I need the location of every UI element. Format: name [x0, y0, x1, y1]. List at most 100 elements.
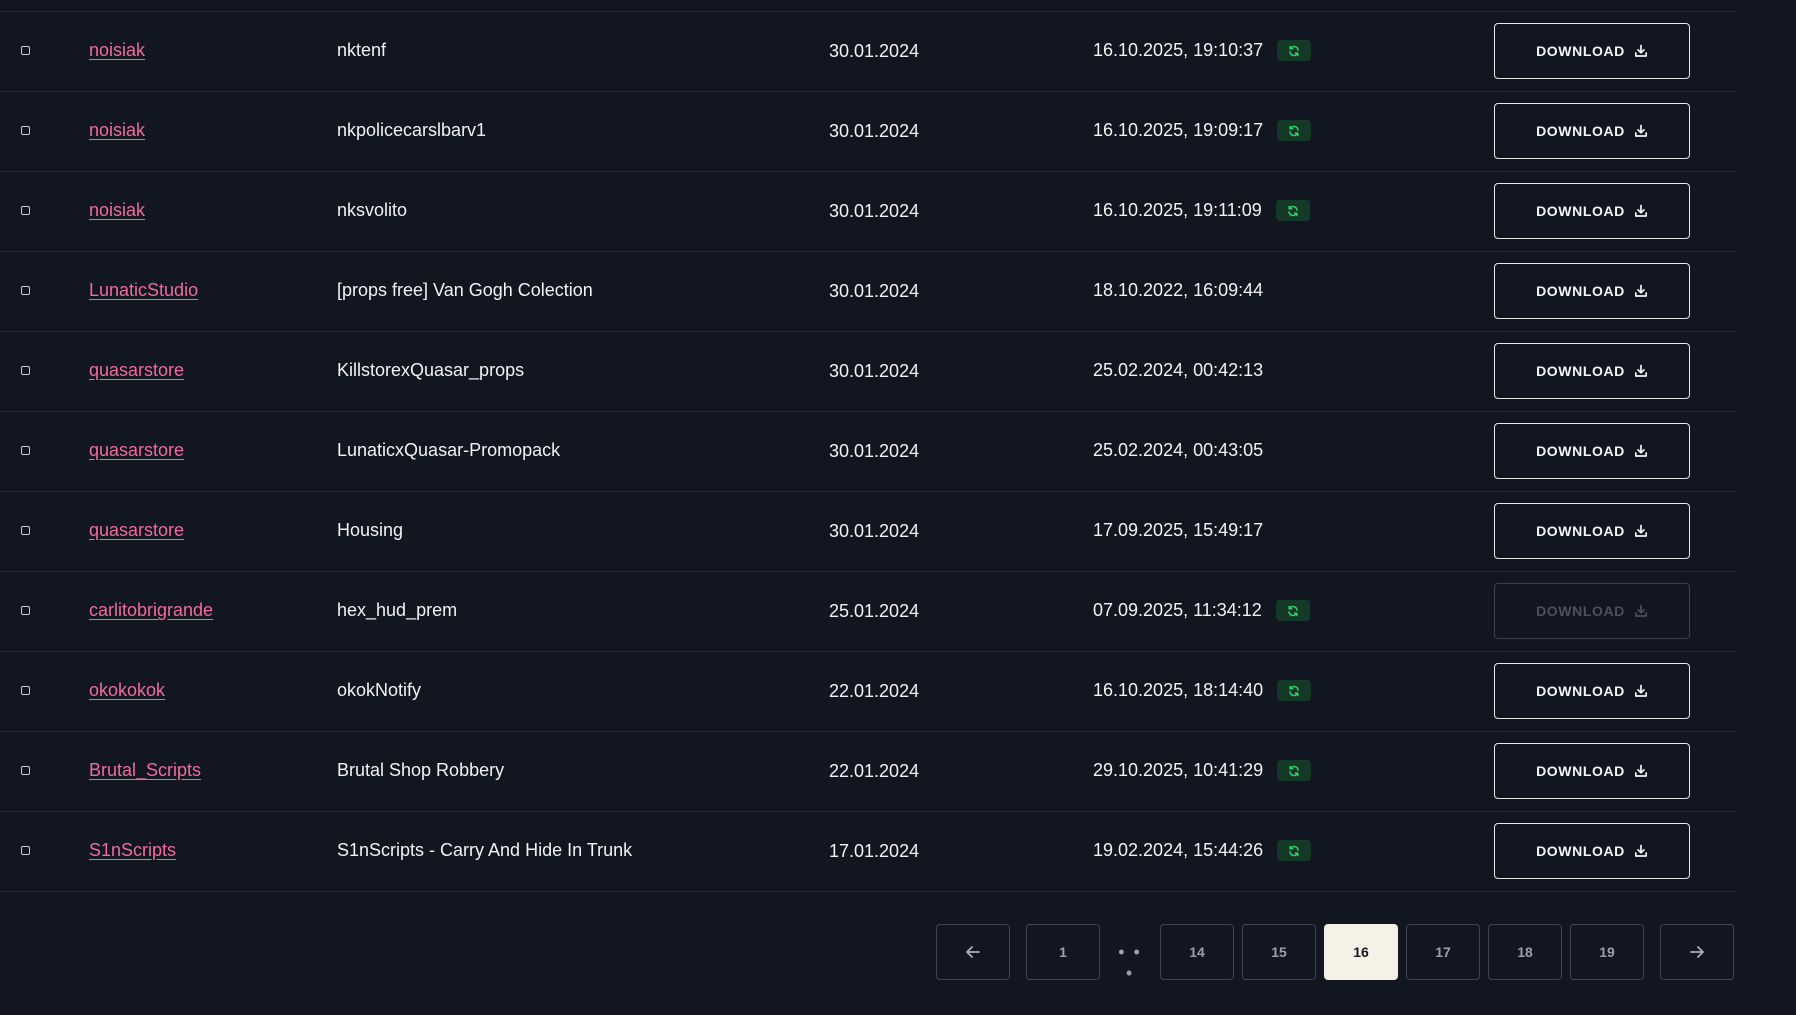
download-button[interactable]: DOWNLOAD: [1494, 583, 1690, 639]
download-label: DOWNLOAD: [1536, 363, 1625, 379]
last-updated: 07.09.2025, 11:34:12: [1093, 600, 1310, 621]
resource-name: S1nScripts - Carry And Hide In Trunk: [337, 840, 633, 860]
seller-link[interactable]: S1nScripts: [89, 840, 176, 861]
row-checkbox[interactable]: [21, 686, 30, 695]
table-row: LunaticStudio [props free] Van Gogh Colec…: [0, 252, 1735, 332]
download-icon: [1634, 204, 1647, 217]
last-updated: 19.02.2024, 15:44:26: [1093, 840, 1312, 861]
table-row: noisiak nkpolicecarslbarv1 30.01.2024 16.10…: [0, 92, 1735, 172]
sync-icon: [1289, 45, 1299, 56]
last-updated: 17.09.2025, 15:49:17: [1093, 520, 1263, 541]
download-button[interactable]: DOWNLOAD: [1494, 823, 1690, 879]
seller-link[interactable]: noisiak: [89, 40, 145, 61]
seller-link[interactable]: quasarstore: [89, 440, 184, 461]
download-label: DOWNLOAD: [1536, 443, 1625, 459]
download-label: DOWNLOAD: [1536, 763, 1625, 779]
download-icon: [1634, 44, 1647, 57]
resource-name: nksvolito: [337, 200, 408, 220]
last-updated: 16.10.2025, 18:14:40: [1093, 680, 1312, 701]
arrow-right-icon: [1690, 946, 1704, 958]
sync-badge: [1277, 40, 1312, 61]
download-button[interactable]: DOWNLOAD: [1494, 663, 1690, 719]
purchase-date: 30.01.2024: [829, 441, 920, 461]
download-button[interactable]: DOWNLOAD: [1494, 423, 1690, 479]
last-updated-text: 16.10.2025, 19:11:09: [1093, 200, 1262, 220]
row-checkbox[interactable]: [21, 46, 30, 55]
row-checkbox[interactable]: [21, 366, 30, 375]
resource-name: nkpolicecarslbarv1: [337, 120, 487, 140]
download-button[interactable]: DOWNLOAD: [1494, 503, 1690, 559]
page-button-17[interactable]: 17: [1406, 924, 1480, 980]
seller-link[interactable]: quasarstore: [89, 360, 184, 381]
sync-icon: [1289, 845, 1299, 856]
row-checkbox[interactable]: [21, 846, 30, 855]
download-button[interactable]: DOWNLOAD: [1494, 743, 1690, 799]
last-updated-text: 25.02.2024, 00:42:13: [1093, 360, 1264, 380]
row-checkbox[interactable]: [21, 206, 30, 215]
next-page-button[interactable]: [1660, 924, 1734, 980]
table-row: noisiak nktenf 30.01.2024 16.10.2025, 19:10…: [0, 12, 1735, 92]
resource-name: hex_hud_prem: [337, 600, 458, 620]
download-icon: [1634, 844, 1647, 857]
last-updated-text: 17.09.2025, 15:49:17: [1093, 520, 1264, 540]
row-checkbox[interactable]: [21, 606, 30, 615]
last-updated-text: 16.10.2025, 18:14:40: [1093, 680, 1264, 700]
row-checkbox[interactable]: [21, 286, 30, 295]
row-checkbox[interactable]: [21, 446, 30, 455]
download-icon: [1634, 684, 1647, 697]
seller-link[interactable]: quasarstore: [89, 520, 184, 541]
page-button-19[interactable]: 19: [1570, 924, 1644, 980]
page-button-18[interactable]: 18: [1488, 924, 1562, 980]
pagination: 1 • • • 14 15 16 17 18 19: [0, 924, 1796, 983]
last-updated-text: 07.09.2025, 11:34:12: [1093, 600, 1262, 620]
row-checkbox[interactable]: [21, 126, 30, 135]
resource-name: Housing: [337, 520, 404, 540]
download-button[interactable]: DOWNLOAD: [1494, 23, 1690, 79]
download-button[interactable]: DOWNLOAD: [1494, 343, 1690, 399]
last-updated: 29.10.2025, 10:41:29: [1093, 760, 1312, 781]
download-button[interactable]: DOWNLOAD: [1494, 103, 1690, 159]
sync-icon: [1289, 125, 1299, 136]
resource-name: Brutal Shop Robbery: [337, 760, 505, 780]
page-button-1[interactable]: 1: [1026, 924, 1100, 980]
purchase-date: 30.01.2024: [829, 121, 920, 141]
download-label: DOWNLOAD: [1536, 843, 1625, 859]
last-updated-text: 29.10.2025, 10:41:29: [1093, 760, 1264, 780]
download-button[interactable]: DOWNLOAD: [1494, 263, 1690, 319]
last-updated: 16.10.2025, 19:11:09: [1093, 200, 1310, 221]
download-label: DOWNLOAD: [1536, 283, 1625, 299]
download-label: DOWNLOAD: [1536, 523, 1625, 539]
resource-name: okokNotify: [337, 680, 422, 700]
page-button-14[interactable]: 14: [1160, 924, 1234, 980]
seller-link[interactable]: Brutal_Scripts: [89, 760, 201, 781]
downloads-table: noisiak nktenf 30.01.2024 16.10.2025, 19:10…: [0, 12, 1735, 892]
purchase-date: 30.01.2024: [829, 201, 920, 221]
table-row: noisiak nksvolito 30.01.2024 16.10.2025, 19…: [0, 172, 1735, 252]
table-row: quasarstore KillstorexQuasar_props 30.01.2…: [0, 332, 1735, 412]
seller-link[interactable]: noisiak: [89, 120, 145, 141]
download-label: DOWNLOAD: [1536, 43, 1625, 59]
sync-badge: [1277, 120, 1312, 141]
seller-link[interactable]: LunaticStudio: [89, 280, 198, 301]
download-icon: [1634, 444, 1647, 457]
purchase-date: 22.01.2024: [829, 761, 920, 781]
table-row: Brutal_Scripts Brutal Shop Robbery 22.01.2…: [0, 732, 1735, 812]
prev-page-button[interactable]: [936, 924, 1010, 980]
page-button-16-current[interactable]: 16: [1324, 924, 1398, 980]
seller-link[interactable]: okokokok: [89, 680, 165, 701]
resource-name: KillstorexQuasar_props: [337, 360, 525, 380]
table-row: okokokok okokNotify 22.01.2024 16.10.2025, …: [0, 652, 1735, 732]
last-updated: 25.02.2024, 00:42:13: [1093, 360, 1263, 381]
purchase-date: 17.01.2024: [829, 841, 920, 861]
purchase-date: 30.01.2024: [829, 281, 920, 301]
sync-badge: [1275, 200, 1310, 221]
download-button[interactable]: DOWNLOAD: [1494, 183, 1690, 239]
seller-link[interactable]: noisiak: [89, 200, 145, 221]
row-checkbox[interactable]: [21, 766, 30, 775]
seller-link[interactable]: carlitobrigrande: [89, 600, 213, 621]
sync-icon: [1289, 765, 1299, 776]
page-button-15[interactable]: 15: [1242, 924, 1316, 980]
purchase-date: 25.01.2024: [829, 601, 920, 621]
last-updated: 16.10.2025, 19:10:37: [1093, 40, 1312, 61]
row-checkbox[interactable]: [21, 526, 30, 535]
